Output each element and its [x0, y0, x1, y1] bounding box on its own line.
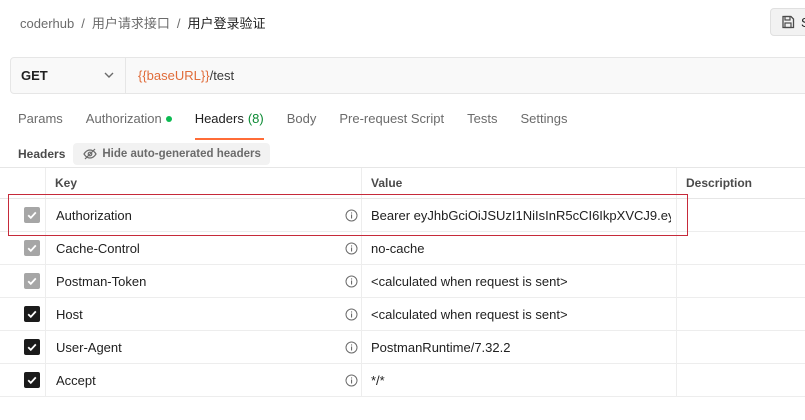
table-row: Postman-Token <calculated when request is…	[0, 265, 805, 298]
row-checkbox[interactable]	[24, 306, 40, 322]
info-icon[interactable]	[345, 275, 358, 291]
url-variable: {{baseURL}}	[138, 68, 210, 83]
tab-label: Pre-request Script	[339, 111, 445, 126]
info-icon[interactable]	[345, 308, 358, 324]
info-icon[interactable]	[345, 341, 358, 357]
header-description[interactable]	[686, 232, 805, 264]
header-description[interactable]	[686, 298, 805, 330]
row-checkbox[interactable]	[24, 372, 40, 388]
table-row: Cache-Control no-cache	[0, 232, 805, 265]
breadcrumb-folder[interactable]: 用户请求接口	[92, 16, 170, 31]
header-key[interactable]: User-Agent	[56, 331, 122, 363]
tab-label: Settings	[520, 111, 568, 126]
column-value: Value	[371, 176, 403, 190]
headers-table: Key Value Description Authorization Beare…	[0, 167, 805, 397]
header-description[interactable]	[686, 265, 805, 297]
hide-auto-headers-button[interactable]: Hide auto-generated headers	[73, 143, 270, 165]
chevron-down-icon	[104, 72, 114, 78]
headers-title: Headers	[18, 147, 66, 161]
info-icon[interactable]	[345, 209, 358, 225]
column-description: Description	[686, 176, 753, 190]
table-row: Authorization Bearer eyJhbGciOiJSUzI1NiIs…	[0, 199, 805, 232]
header-key[interactable]: Accept	[56, 364, 96, 396]
tab-label: Body	[286, 111, 317, 126]
tab-label: Authorization	[85, 111, 162, 126]
row-checkbox[interactable]	[24, 207, 40, 223]
header-key[interactable]: Authorization	[56, 199, 132, 231]
request-bar: GET {{baseURL}}/test	[10, 57, 805, 94]
row-checkbox[interactable]	[24, 240, 40, 256]
header-key[interactable]: Postman-Token	[56, 265, 146, 297]
header-value[interactable]: <calculated when request is sent>	[371, 265, 671, 297]
header-description[interactable]	[686, 199, 805, 231]
header-value[interactable]: <calculated when request is sent>	[371, 298, 671, 330]
hide-auto-headers-label: Hide auto-generated headers	[102, 148, 261, 160]
header-description[interactable]	[686, 331, 805, 363]
eye-off-icon	[83, 148, 98, 160]
breadcrumb-root[interactable]: coderhub	[20, 16, 74, 31]
tab-label: Params	[18, 111, 63, 126]
header-value[interactable]: PostmanRuntime/7.32.2	[371, 331, 671, 363]
tab-tests[interactable]: Tests	[467, 111, 497, 138]
headers-subheader: Headers Hide auto-generated headers	[18, 143, 270, 165]
request-tabs: Params Authorization Headers (8) Body Pre…	[18, 111, 590, 140]
header-key[interactable]: Cache-Control	[56, 232, 140, 264]
header-value[interactable]: Bearer eyJhbGciOiJSUzI1NiIsInR5cCI6IkpXV…	[371, 199, 671, 231]
tab-label: Headers	[194, 111, 244, 126]
url-input[interactable]: {{baseURL}}/test	[138, 68, 234, 83]
breadcrumb-current[interactable]: 用户登录验证	[187, 16, 265, 31]
tab-count: (8)	[247, 111, 264, 126]
row-checkbox[interactable]	[24, 273, 40, 289]
header-key[interactable]: Host	[56, 298, 83, 330]
header-value[interactable]: */*	[371, 364, 671, 396]
save-label: S	[801, 15, 805, 30]
tab-params[interactable]: Params	[18, 111, 63, 138]
row-checkbox[interactable]	[24, 339, 40, 355]
url-path: /test	[209, 68, 235, 83]
header-value[interactable]: no-cache	[371, 232, 671, 264]
breadcrumb: coderhub / 用户请求接口 / 用户登录验证	[20, 13, 266, 32]
tab-settings[interactable]: Settings	[520, 111, 567, 138]
status-dot-icon	[165, 116, 172, 122]
breadcrumb-separator: /	[176, 16, 181, 31]
table-row: Accept */*	[0, 364, 805, 397]
header-description[interactable]	[686, 364, 805, 396]
tab-label: Tests	[467, 111, 498, 126]
table-row: User-Agent PostmanRuntime/7.32.2	[0, 331, 805, 364]
column-key: Key	[55, 176, 78, 190]
save-button[interactable]: S	[770, 8, 805, 36]
method-label: GET	[21, 68, 48, 83]
table-row: Host <calculated when request is sent>	[0, 298, 805, 331]
table-header: Key Value Description	[0, 167, 805, 199]
tab-pre-request-script[interactable]: Pre-request Script	[339, 111, 444, 138]
info-icon[interactable]	[345, 374, 358, 390]
tab-authorization[interactable]: Authorization	[86, 111, 172, 138]
tab-headers[interactable]: Headers (8)	[194, 111, 264, 140]
tab-body[interactable]: Body	[287, 111, 317, 138]
save-icon	[782, 15, 795, 29]
table-body: Authorization Bearer eyJhbGciOiJSUzI1NiIs…	[0, 199, 805, 397]
method-select[interactable]: GET	[11, 58, 126, 93]
breadcrumb-separator: /	[81, 16, 85, 31]
info-icon[interactable]	[345, 242, 358, 258]
